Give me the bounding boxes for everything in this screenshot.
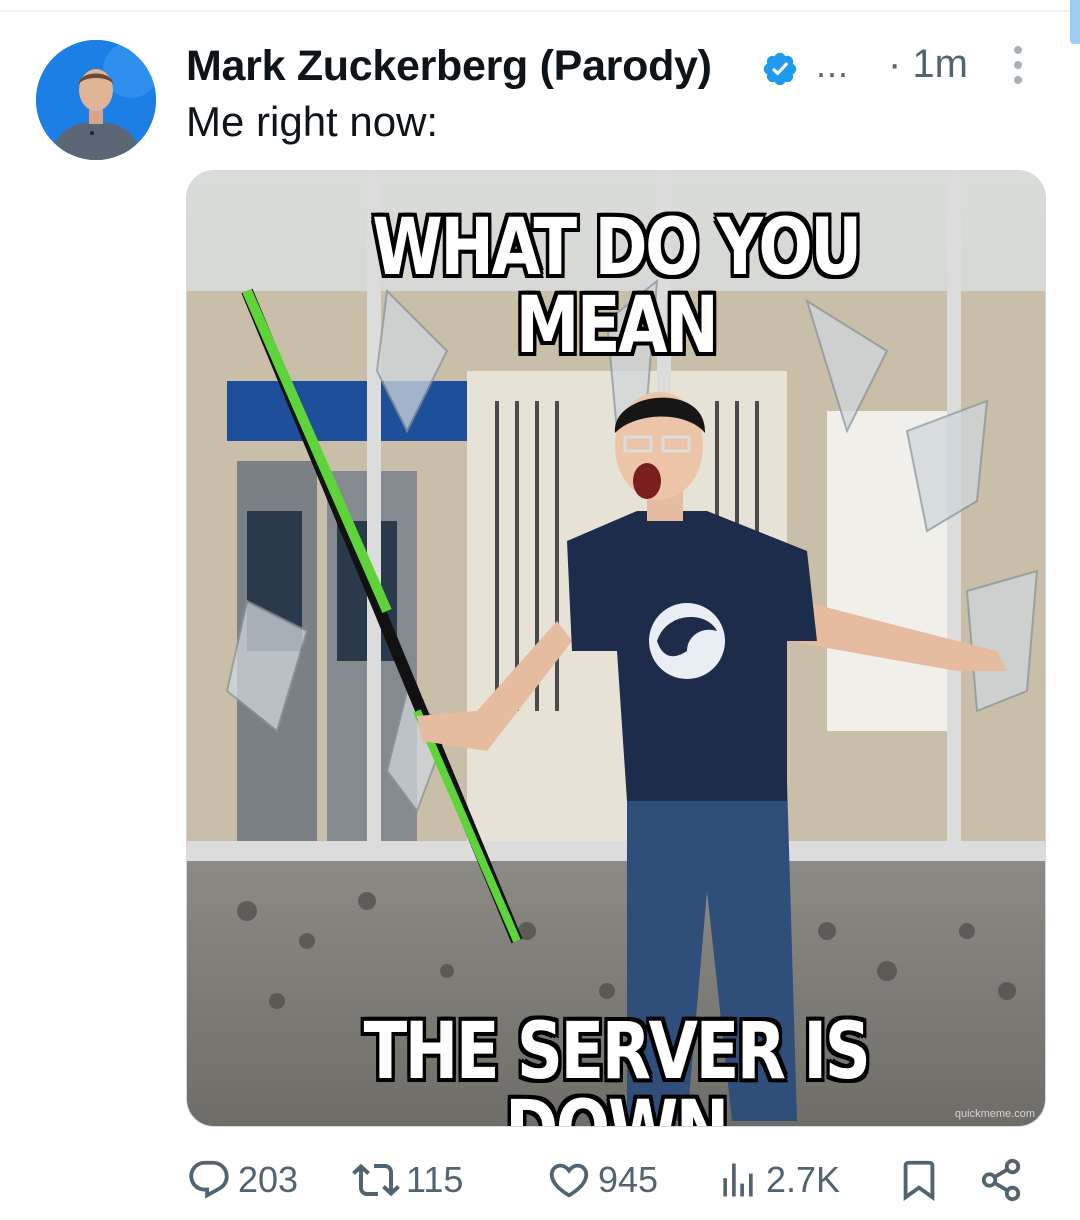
tweet-media-image[interactable]: WHAT DO YOU MEAN THE SERVER IS DOWN quic… bbox=[186, 170, 1046, 1127]
tweet-actions: 203 115 945 2.7K bbox=[186, 1150, 1046, 1210]
author-handle[interactable]: ... bbox=[816, 44, 849, 86]
verified-badge-icon bbox=[761, 50, 799, 88]
views-count: 2.7K bbox=[766, 1159, 841, 1200]
tweet-text: Me right now: bbox=[186, 98, 439, 145]
retweet-icon bbox=[352, 1156, 400, 1204]
timestamp[interactable]: · 1m bbox=[888, 42, 968, 87]
bookmark-button[interactable] bbox=[896, 1150, 942, 1210]
more-options-icon[interactable] bbox=[1008, 46, 1028, 94]
reply-count: 203 bbox=[238, 1159, 299, 1200]
top-divider bbox=[0, 10, 1080, 12]
meme-bottom-caption: THE SERVER IS DOWN bbox=[363, 1007, 871, 1126]
like-icon bbox=[546, 1157, 592, 1203]
reply-button[interactable]: 203 bbox=[186, 1150, 298, 1210]
bookmark-icon bbox=[896, 1157, 942, 1203]
author-name[interactable]: Mark Zuckerberg (Parody) bbox=[186, 42, 712, 91]
share-button[interactable] bbox=[978, 1150, 1024, 1210]
like-count: 945 bbox=[598, 1159, 659, 1200]
meme-top-caption: WHAT DO YOU MEAN bbox=[372, 203, 862, 371]
retweet-button[interactable]: 115 bbox=[352, 1150, 463, 1210]
retweet-count: 115 bbox=[406, 1159, 464, 1200]
author-avatar[interactable] bbox=[36, 40, 156, 160]
views-button[interactable]: 2.7K bbox=[716, 1150, 840, 1210]
reply-icon bbox=[186, 1157, 232, 1203]
share-icon bbox=[978, 1157, 1024, 1203]
views-icon bbox=[716, 1158, 760, 1202]
scroll-indicator[interactable] bbox=[1070, 0, 1080, 44]
tweet-header: Mark Zuckerberg (Parody) ... · 1m bbox=[186, 36, 1046, 96]
meme-watermark: quickmeme.com bbox=[954, 1108, 1035, 1120]
like-button[interactable]: 945 bbox=[546, 1150, 658, 1210]
